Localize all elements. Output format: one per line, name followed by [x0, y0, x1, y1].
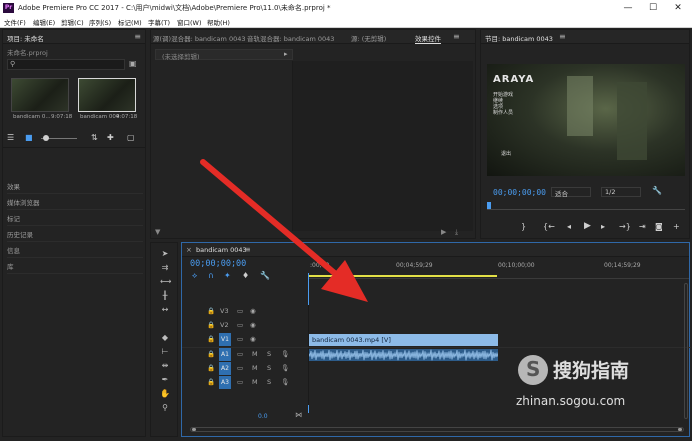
watermark-logo-letter: S — [526, 357, 541, 381]
annotation-arrow-shaft — [200, 159, 341, 279]
watermark-url: zhinan.sogou.com — [516, 394, 626, 408]
watermark-logo-icon: S — [518, 355, 548, 385]
watermark-brand: 搜狗指南 — [553, 360, 630, 382]
